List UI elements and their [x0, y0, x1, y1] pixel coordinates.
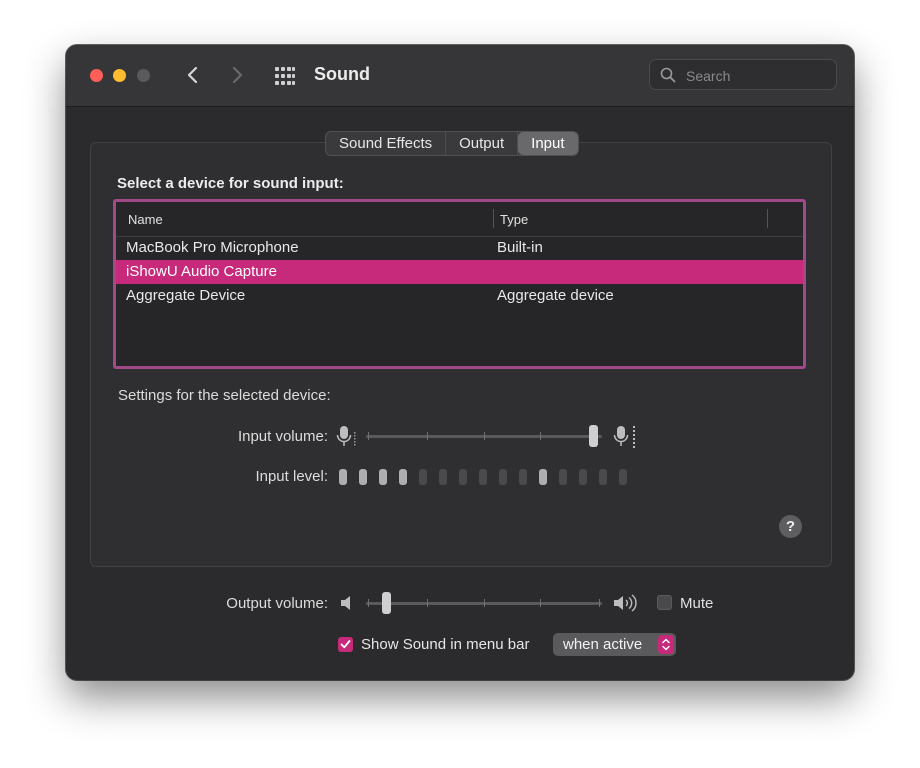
output-volume-knob[interactable]	[382, 592, 391, 614]
column-divider[interactable]	[493, 209, 494, 228]
level-segment	[539, 469, 547, 485]
table-row-selected[interactable]: iShowU Audio Capture	[116, 260, 803, 284]
sound-preferences-window: Sound Sound Effects Output Input Select …	[66, 45, 854, 680]
level-segment	[499, 469, 507, 485]
input-volume-slider[interactable]	[366, 425, 602, 447]
chevron-left-icon	[187, 66, 198, 84]
level-segment	[379, 469, 387, 485]
input-volume-knob[interactable]	[589, 425, 598, 447]
column-header-type[interactable]: Type	[500, 212, 528, 227]
grid-icon	[275, 67, 295, 85]
level-segment	[459, 469, 467, 485]
slider-tick	[427, 432, 428, 440]
level-segment	[599, 469, 607, 485]
popup-stepper[interactable]	[658, 635, 674, 654]
output-volume-label: Output volume:	[226, 595, 328, 612]
level-segment	[479, 469, 487, 485]
tab-bar: Sound Effects Output Input	[325, 131, 579, 156]
tab-sound-effects[interactable]: Sound Effects	[326, 132, 447, 155]
level-segment	[359, 469, 367, 485]
search-icon	[660, 67, 676, 83]
tab-input[interactable]: Input	[518, 132, 578, 155]
device-type: Aggregate device	[497, 287, 614, 304]
up-down-chevron-icon	[662, 638, 670, 651]
mic-high-icon	[612, 424, 638, 455]
speaker-low-icon	[339, 594, 355, 617]
device-list-heading: Select a device for sound input:	[117, 175, 344, 192]
checkmark-icon	[340, 640, 351, 649]
window-title: Sound	[314, 64, 370, 84]
popup-value: when active	[563, 636, 643, 653]
column-header-name[interactable]: Name	[128, 212, 163, 227]
level-segment	[559, 469, 567, 485]
minimize-button[interactable]	[113, 69, 126, 82]
device-name: iShowU Audio Capture	[126, 263, 277, 280]
forward-button[interactable]	[226, 61, 248, 89]
level-segment	[519, 469, 527, 485]
device-name: MacBook Pro Microphone	[126, 239, 299, 256]
output-volume-slider[interactable]	[366, 592, 602, 614]
show-all-button[interactable]	[274, 66, 296, 86]
device-type: Built-in	[497, 239, 543, 256]
search-field[interactable]	[649, 59, 837, 90]
level-segment	[579, 469, 587, 485]
show-in-menu-bar-checkbox[interactable]	[338, 637, 353, 652]
slider-tick	[540, 599, 541, 607]
table-header: Name Type	[116, 202, 803, 237]
slider-tick	[484, 432, 485, 440]
mic-low-icon	[335, 424, 357, 455]
mute-checkbox[interactable]	[657, 595, 672, 610]
slider-tick	[427, 599, 428, 607]
level-segment	[399, 469, 407, 485]
settings-label: Settings for the selected device:	[118, 387, 331, 404]
zoom-button[interactable]	[137, 69, 150, 82]
chevron-right-icon	[232, 66, 243, 84]
device-name: Aggregate Device	[126, 287, 246, 304]
level-segment	[439, 469, 447, 485]
input-volume-label: Input volume:	[237, 428, 328, 445]
tab-output[interactable]: Output	[446, 132, 519, 155]
mute-label: Mute	[680, 595, 714, 612]
search-input[interactable]	[684, 65, 833, 87]
input-level-label: Input level:	[255, 468, 328, 485]
speaker-high-icon	[612, 593, 642, 618]
level-segment	[339, 469, 347, 485]
input-device-table[interactable]: Name Type MacBook Pro Microphone Built-i…	[113, 199, 806, 369]
slider-tick	[599, 599, 600, 607]
titlebar: Sound	[66, 45, 854, 107]
column-divider[interactable]	[767, 209, 768, 228]
slider-tick	[368, 599, 369, 607]
level-segment	[619, 469, 627, 485]
level-segment	[419, 469, 427, 485]
close-button[interactable]	[90, 69, 103, 82]
slider-tick	[368, 432, 369, 440]
slider-tick	[484, 599, 485, 607]
show-in-menu-bar-label: Show Sound in menu bar	[361, 636, 530, 653]
table-row[interactable]: Aggregate Device Aggregate device	[116, 284, 803, 308]
menu-bar-visibility-popup[interactable]: when active	[553, 633, 676, 656]
slider-tick	[540, 432, 541, 440]
table-row[interactable]: MacBook Pro Microphone Built-in	[116, 236, 803, 260]
back-button[interactable]	[182, 61, 204, 89]
help-button[interactable]: ?	[779, 515, 802, 538]
